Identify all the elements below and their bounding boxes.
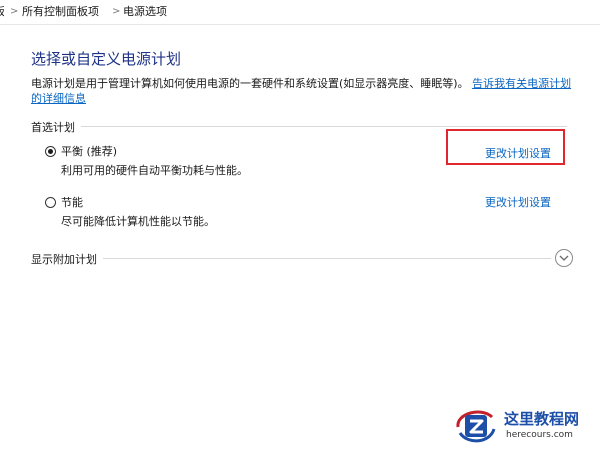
breadcrumb-item-power-options[interactable]: 电源选项 [123,0,167,24]
section-divider [31,126,567,127]
watermark-title: 这里教程网 [504,410,580,428]
expand-additional-plans-button[interactable] [555,249,573,267]
plan-balanced-radio[interactable] [45,146,56,157]
breadcrumb-item-control-panel[interactable]: 所有控制面板项 [22,0,99,24]
breadcrumb-separator: > [112,6,121,17]
breadcrumb: 板 > 所有控制面板项 > 电源选项 [0,0,600,25]
breadcrumb-separator: > [10,6,19,17]
highlight-box [446,129,565,165]
plan-power-saver-radio[interactable] [45,197,56,208]
plan-balanced-description: 利用可用的硬件自动平衡功耗与性能。 [61,164,248,177]
plan-balanced-name[interactable]: 平衡 (推荐) [61,143,117,159]
watermark-logo-icon [452,405,498,445]
plan-power-saver-change-settings-link[interactable]: 更改计划设置 [485,194,551,210]
section-divider [31,258,551,259]
breadcrumb-item-partial[interactable]: 板 [0,0,4,24]
description-text: 电源计划是用于管理计算机如何使用电源的一套硬件和系统设置(如显示器亮度、睡眠等)… [31,77,469,90]
show-additional-plans-header[interactable]: 显示附加计划 [31,251,103,267]
watermark-url: herecours.com [506,430,573,440]
page-description: 电源计划是用于管理计算机如何使用电源的一套硬件和系统设置(如显示器亮度、睡眠等)… [31,76,579,106]
page-title: 选择或自定义电源计划 [31,50,182,68]
preferred-plans-header: 首选计划 [31,119,81,135]
plan-power-saver-name[interactable]: 节能 [61,194,83,210]
plan-power-saver-description: 尽可能降低计算机性能以节能。 [61,215,215,228]
